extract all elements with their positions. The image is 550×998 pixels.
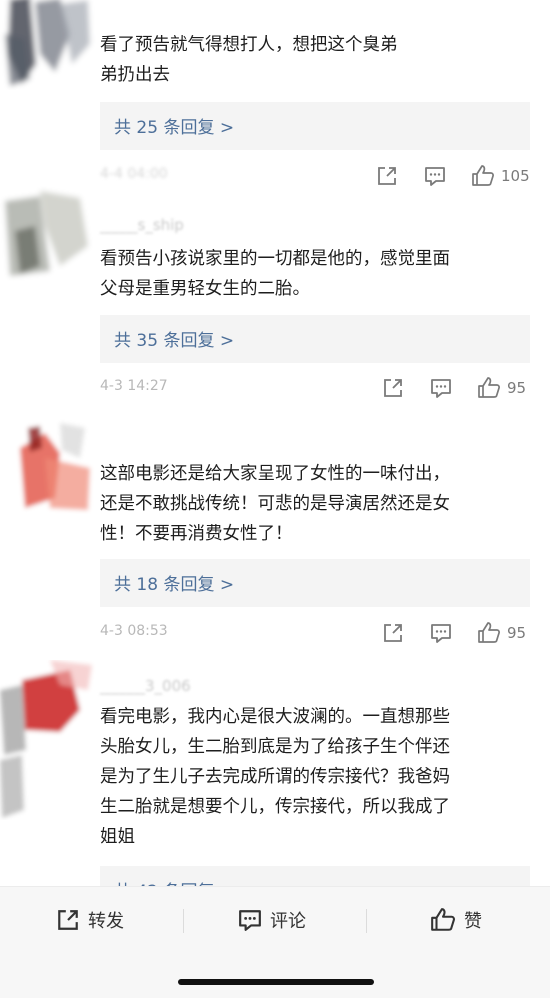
comment-icon [431,624,451,643]
avatar[interactable] [0,660,96,820]
comment-button[interactable] [430,375,452,401]
reply-box[interactable]: 共 35 条回复 > [100,315,530,363]
like-count: 95 [507,624,527,642]
like-button[interactable]: 95 [477,620,526,646]
like-button[interactable]: 105 [471,163,530,189]
like-button[interactable]: 95 [477,375,526,401]
username[interactable]: ______3_006 [100,677,191,695]
thumbs-up-icon [431,908,455,931]
divider [183,909,184,933]
divider [366,909,367,933]
share-icon [384,624,402,642]
thumbs-up-icon [472,165,494,186]
comment-time: 4-3 14:27 [100,378,168,394]
thumbs-up-icon [478,622,500,643]
view-replies-link[interactable]: 共 35 条回复 > [114,326,234,351]
share-icon [58,910,78,930]
home-indicator [178,979,374,985]
comment-text: 看了预告就气得想打人，想把这个臭弟 弟扔出去 [100,35,398,85]
view-replies-link[interactable]: 共 25 条回复 > [114,113,234,138]
like-count: 105 [501,167,530,185]
repost-button[interactable]: 转发 [56,905,124,935]
comment-icon [239,910,261,931]
comment-time: 4-3 08:53 [100,623,168,639]
comment-action-button[interactable]: 评论 [238,905,306,935]
comment-action-label: 评论 [270,911,306,932]
like-count: 95 [507,379,527,397]
thumbs-up-icon [478,377,500,398]
reply-box[interactable]: 共 18 条回复 > [100,559,530,607]
comment-time: 4-4 04:00 [100,166,168,182]
share-icon [384,379,402,397]
comment-text: 这部电影还是给大家呈现了女性的一味付出， 还是不敢挑战传统！可悲的是导演居然还是… [100,464,450,544]
avatar[interactable] [0,418,96,514]
repost-label: 转发 [88,911,124,932]
share-button[interactable] [382,620,404,646]
comment-meta: 4-3 08:53 95 [0,616,550,650]
reply-box[interactable]: 共 25 条回复 > [100,102,530,150]
comment-icon [431,379,451,398]
comment-icon [425,167,445,186]
like-action-label: 赞 [464,911,482,932]
like-action-button[interactable]: 赞 [430,905,482,935]
comment-button[interactable] [430,620,452,646]
comment-text: 看完电影，我内心是很大波澜的。一直想那些 头胎女儿，生二胎到底是为了给孩子生个伴… [100,707,450,847]
share-icon [378,167,396,185]
avatar[interactable] [0,186,96,282]
share-button[interactable] [376,163,398,189]
avatar[interactable] [0,0,96,90]
share-button[interactable] [382,375,404,401]
comment-meta: 4-3 14:27 95 [0,371,550,405]
comment-text: 看预告小孩说家里的一切都是他的，感觉里面 父母是重男轻女生的二胎。 [100,249,450,299]
comment-button[interactable] [424,163,446,189]
username[interactable]: _____s_ship [100,216,184,234]
view-replies-link[interactable]: 共 18 条回复 > [114,570,234,595]
